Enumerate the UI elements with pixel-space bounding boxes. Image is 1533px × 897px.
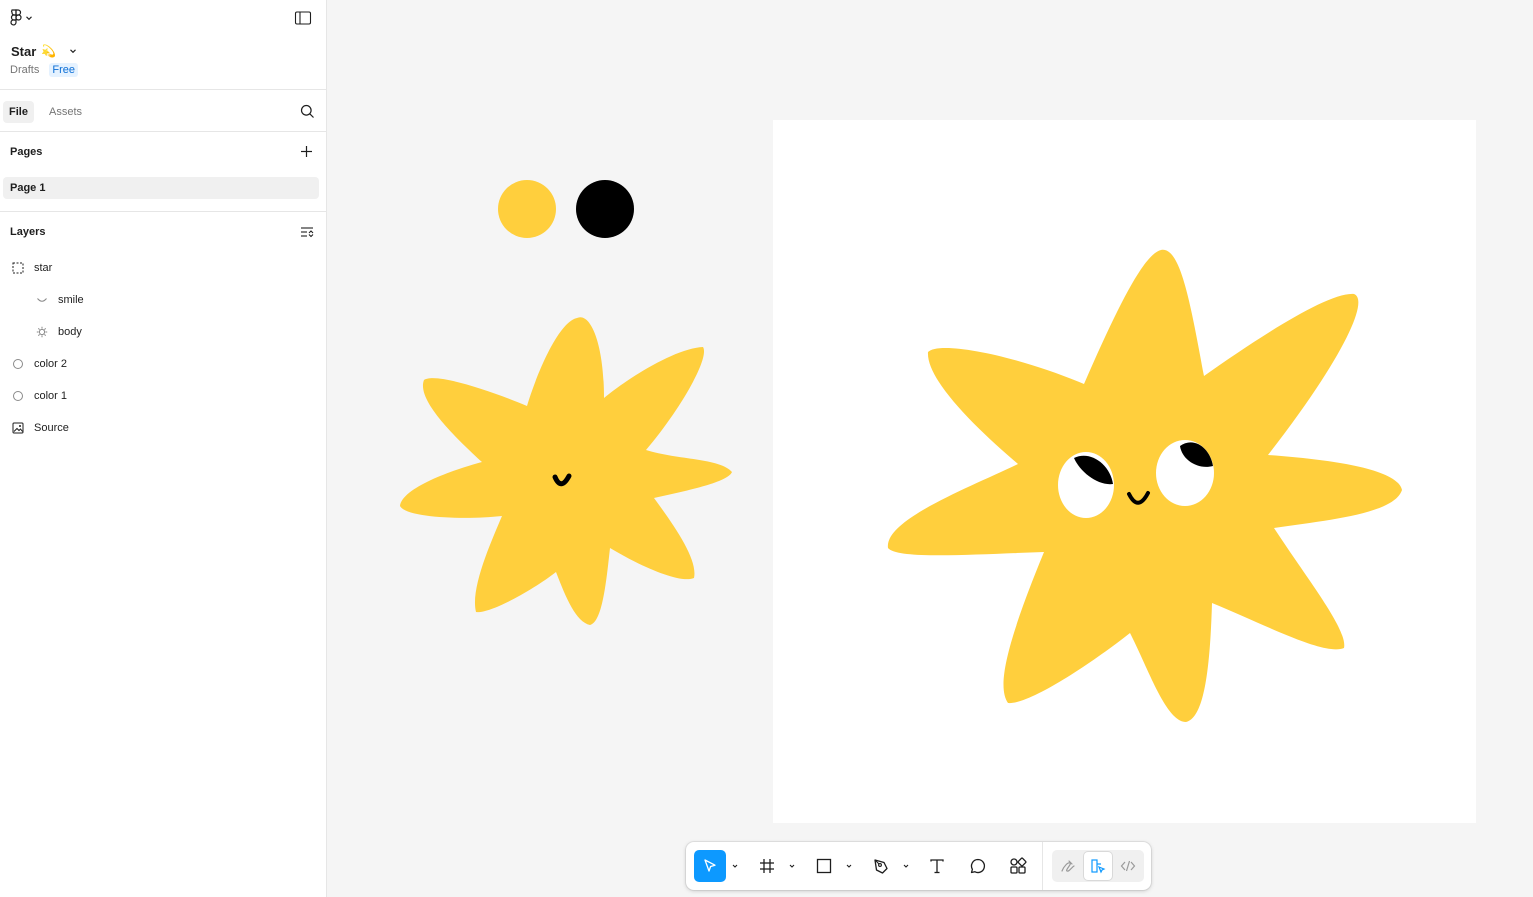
layer-label: smile [58,294,84,306]
drafts-link[interactable]: Drafts [10,64,39,76]
text-icon [930,859,944,874]
layer-row-body[interactable]: body [0,318,326,346]
page-item[interactable]: Page 1 [3,177,319,199]
file-emoji: 💫 [41,44,57,58]
file-location: Drafts Free [10,63,78,77]
hash-frame-icon [760,859,774,873]
ellipse-icon [12,390,24,402]
chevron-down-icon[interactable] [787,861,797,871]
draw-squiggle-icon [1061,860,1075,872]
layer-label: star [34,262,53,274]
small-star-body [400,317,732,625]
chevron-down-icon [26,16,32,21]
layers-header: Layers [10,226,46,238]
main-menu-button[interactable] [10,8,42,28]
toolbar-divider [1042,842,1043,890]
pen-icon [874,859,888,874]
layer-filter-icon[interactable] [300,225,314,239]
vector-icon [36,294,48,306]
apps-grid-icon [1010,857,1027,874]
design-mode-button[interactable] [1084,852,1112,880]
rectangle-icon [816,858,832,874]
mode-switcher [1052,850,1144,882]
layer-row-smile[interactable]: smile [0,286,326,314]
move-tool-button[interactable] [694,850,726,882]
sidebar-toggle-icon[interactable] [294,10,312,26]
actions-tool-button[interactable] [1002,850,1034,882]
file-header: Star 💫 Drafts Free [0,0,327,90]
code-brackets-icon [1120,860,1136,872]
comment-tool-button[interactable] [962,850,994,882]
pen-tool-button[interactable] [865,850,897,882]
search-icon[interactable] [300,104,315,119]
chevron-down-icon[interactable] [730,861,740,871]
tab-assets[interactable]: Assets [43,101,88,123]
chevron-down-icon[interactable] [901,861,911,871]
layer-label: color 2 [34,358,68,370]
cursor-arrow-icon [704,859,716,872]
color-1-swatch[interactable] [498,180,556,238]
chevron-down-icon[interactable] [68,46,78,56]
text-tool-button[interactable] [921,850,953,882]
pages-header: Pages [10,146,43,158]
shape-tool-button[interactable] [808,850,840,882]
chevron-down-icon[interactable] [844,861,854,871]
bottom-toolbar [686,842,1151,890]
layer-row-star[interactable]: star [0,254,326,282]
tab-file[interactable]: File [3,101,34,123]
ellipse-icon [12,358,24,370]
canvas-artwork [400,120,1476,823]
layer-label: Source [34,422,69,434]
star-shape-icon [36,326,48,338]
design-canvas[interactable] [328,0,1533,897]
plan-badge: Free [49,63,78,77]
layer-label: body [58,326,82,338]
file-name[interactable]: Star [11,44,36,59]
source-image[interactable] [400,317,732,625]
left-sidebar: Star 💫 Drafts Free File Assets Pages Pag… [0,0,327,897]
figma-logo-icon [10,9,22,26]
dev-mode-button[interactable] [1114,852,1142,880]
frame-icon [12,262,24,274]
layer-row-source[interactable]: Source [0,414,326,442]
design-mode-icon [1091,859,1106,874]
layer-row-color-2[interactable]: color 2 [0,350,326,378]
file-title[interactable]: Star 💫 [11,42,78,60]
plus-icon[interactable] [300,145,313,158]
image-icon [12,422,24,434]
comment-bubble-icon [970,858,986,874]
sidebar-tabs: File Assets [0,91,327,132]
layer-row-color-1[interactable]: color 1 [0,382,326,410]
draw-mode-button[interactable] [1054,852,1082,880]
layer-label: color 1 [34,390,68,402]
divider [0,211,327,212]
frame-tool-button[interactable] [751,850,783,882]
color-2-swatch[interactable] [576,180,634,238]
